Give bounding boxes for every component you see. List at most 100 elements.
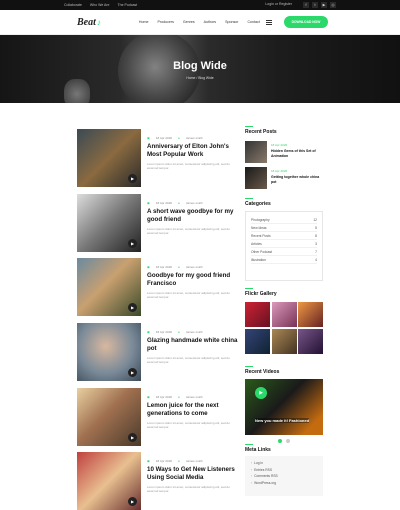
play-icon[interactable]: ▶ [128,239,137,248]
category-item[interactable]: Other Podcast 7 [251,248,317,256]
videos-title: Recent Videos [245,366,280,375]
post-card[interactable]: ▶ ▣ 18 Apr 2020 ● James smith Glazing handm… [77,323,237,381]
site-logo[interactable]: Beat ♪ [77,17,101,28]
flickr-gallery [245,302,323,354]
user-icon: ● [178,265,180,269]
recent-post-thumb[interactable] [245,167,267,189]
post-date: 18 Apr 2020 [155,201,173,205]
play-icon[interactable]: ▶ [128,368,137,377]
youtube-icon[interactable]: ▶ [321,2,327,8]
menu-genres[interactable]: Genres [183,20,195,24]
download-label: DOWNLOAD NOW [291,20,321,24]
recent-posts-title: Recent Posts [245,126,277,135]
post-date: 18 Apr 2020 [155,330,173,334]
slider-dot[interactable] [286,439,290,443]
category-count: 8 [315,233,317,238]
topbar-link-collaborate[interactable]: Collaborate [64,3,82,7]
gallery-image[interactable] [271,302,297,327]
facebook-icon[interactable]: f [303,2,309,8]
category-name: Illustration [251,257,267,262]
breadcrumb[interactable]: Home / Blog Wide [0,76,400,80]
post-card[interactable]: ▶ ▣ 18 Apr 2020 ● James smith Goodbye for m… [77,258,237,316]
meta-link[interactable]: › WordPress.org [251,480,317,487]
play-icon[interactable]: ▶ [128,174,137,183]
topbar-link-podcast[interactable]: The Podcast [118,3,138,7]
category-item[interactable]: Illustration 4 [251,256,317,264]
post-thumbnail[interactable]: ▶ [77,258,141,316]
gallery-image[interactable] [271,328,297,354]
category-item[interactable]: Articles 3 [251,240,317,248]
post-author[interactable]: James smith [186,136,203,140]
post-thumbnail[interactable]: ▶ [77,129,141,187]
post-author[interactable]: James smith [186,265,203,269]
post-date: 18 Apr 2020 [155,395,173,399]
instagram-icon[interactable]: ◎ [330,2,336,8]
meta-links-title: Meta Links [245,444,271,453]
recent-post-item[interactable]: 18 Apr 2020 Getting together whole china… [245,167,323,189]
post-thumbnail[interactable]: ▶ [77,452,141,510]
post-card[interactable]: ▶ ▣ 18 Apr 2020 ● James smith Anniversary o… [77,129,237,187]
post-author[interactable]: James smith [186,330,203,334]
category-name: Recent Posts [251,233,271,238]
recent-post-item[interactable]: 18 Apr 2020 Hidden Gems of this Set of A… [245,141,323,163]
post-thumbnail[interactable]: ▶ [77,323,141,381]
category-item[interactable]: Recent Posts 8 [251,232,317,240]
post-thumbnail[interactable]: ▶ [77,194,141,252]
login-link[interactable]: Login or Register [265,2,292,8]
category-item[interactable]: Photography 12 [251,216,317,224]
top-bar: Collaborate Who We Are The Podcast Login… [0,0,400,10]
gallery-image[interactable] [298,328,323,354]
main-nav: Beat ♪ Home Producers Genres Authors Spo… [0,10,400,35]
calendar-icon: ▣ [147,265,150,269]
menu-authors[interactable]: Authors [204,20,216,24]
post-author[interactable]: James smith [186,201,203,205]
microphone-image [64,79,90,103]
post-title[interactable]: Anniversary of Elton John's Most Popular… [147,143,239,159]
video-slider-dots [245,439,323,443]
post-title[interactable]: Goodbye for my good friend Francisco [147,272,239,288]
calendar-icon: ▣ [147,459,150,463]
user-icon: ● [178,201,180,205]
topbar-link-who[interactable]: Who We Are [90,3,110,7]
twitter-icon[interactable]: t [312,2,318,8]
play-icon[interactable]: ▶ [255,387,267,399]
post-date: 18 Apr 2020 [155,136,173,140]
gallery-image[interactable] [245,302,270,327]
menu-sponsor[interactable]: Sponsor [225,20,238,24]
meta-link-label: Entries RSS [254,467,273,472]
category-count: 4 [315,257,317,262]
categories-list: Photography 12 New Ideas 5 Recent Posts 8 A… [245,211,323,281]
post-author[interactable]: James smith [186,459,203,463]
post-card[interactable]: ▶ ▣ 18 Apr 2020 ● James smith A short wave … [77,194,237,252]
recent-post-thumb[interactable] [245,141,267,163]
category-item[interactable]: New Ideas 5 [251,224,317,232]
post-excerpt: Lorem ipsum dolor sit amet, consectetur … [147,162,230,170]
post-thumbnail[interactable]: ▶ [77,388,141,446]
post-title[interactable]: 10 Ways to Get New Listeners Using Socia… [147,466,239,482]
slider-dot[interactable] [278,439,282,443]
post-title[interactable]: Glazing handmade white china pot [147,337,239,353]
gallery-image[interactable] [245,328,270,354]
download-button[interactable]: DOWNLOAD NOW [284,16,328,28]
recent-video[interactable]: ▶ New you made it! Fashioned [245,379,323,435]
logo-text: Beat [77,16,96,28]
menu-producers[interactable]: Producers [157,20,173,24]
post-title[interactable]: Lemon juice for the next generations to … [147,402,239,418]
menu-contact[interactable]: Contact [247,20,259,24]
gallery-image[interactable] [298,302,323,327]
post-date: 18 Apr 2020 [155,265,173,269]
hamburger-icon[interactable] [266,19,272,25]
recent-post-title[interactable]: Hidden Gems of this Set of Animation [271,149,323,158]
play-icon[interactable]: ▶ [128,497,137,506]
post-card[interactable]: ▶ ▣ 18 Apr 2020 ● James smith 10 Ways to Ge… [77,452,237,510]
calendar-icon: ▣ [147,201,150,205]
post-title[interactable]: A short wave goodbye for my good friend [147,208,239,224]
play-icon[interactable]: ▶ [128,303,137,312]
play-icon[interactable]: ▶ [128,433,137,442]
bullet-icon: › [251,467,253,472]
meta-link-label: Log in [254,461,264,466]
post-card[interactable]: ▶ ▣ 18 Apr 2020 ● James smith Lemon juice f… [77,388,237,446]
menu-home[interactable]: Home [139,20,149,24]
recent-post-title[interactable]: Getting together whole china pot [271,175,323,184]
post-author[interactable]: James smith [186,395,203,399]
